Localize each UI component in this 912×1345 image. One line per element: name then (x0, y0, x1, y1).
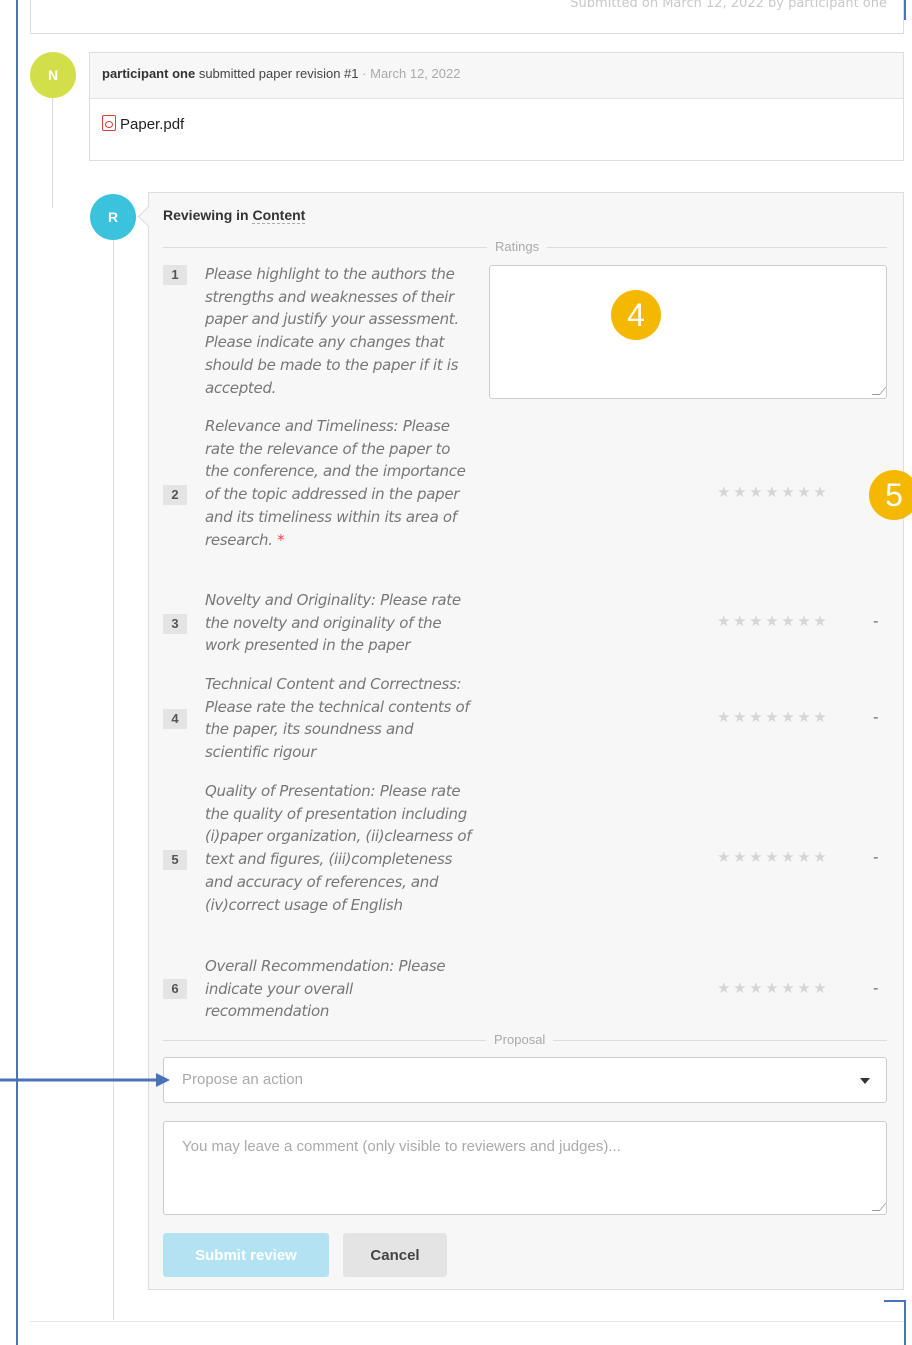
rating-value: - (873, 612, 879, 630)
attachment-link[interactable]: Paper.pdf (120, 116, 184, 133)
chevron-down-icon[interactable] (860, 1078, 870, 1084)
select-placeholder: Propose an action (182, 1071, 303, 1088)
bottom-divider (30, 1321, 904, 1322)
event-action: submitted paper revision #1 (198, 66, 359, 81)
required-marker: * (277, 530, 285, 549)
star-rating[interactable]: ★★★★★★★ (717, 612, 829, 630)
avatar-letter: N (47, 67, 59, 83)
review-title: Reviewing in Content (163, 207, 306, 224)
question-text-content: Relevance and Timeliness: Please rate th… (205, 417, 466, 549)
question-text: Please highlight to the authors the stre… (205, 265, 459, 397)
event-separator: · (362, 66, 367, 81)
frame-left-line (16, 0, 18, 1345)
proposal-label: Proposal (486, 1032, 554, 1047)
star-rating[interactable]: ★★★★★★★ (717, 708, 829, 726)
star-rating[interactable]: ★★★★★★★ (717, 483, 829, 501)
pdf-file-icon (102, 115, 116, 131)
question-text: Overall Recommendation: Please indicate … (205, 957, 446, 1021)
question-number: 2 (163, 485, 187, 505)
resize-handle-icon[interactable] (871, 1203, 887, 1211)
avatar: R (90, 194, 136, 240)
question-text: Quality of Presentation: Please rate the… (205, 782, 472, 914)
resize-handle-icon[interactable] (871, 387, 887, 395)
event-body: Paper.pdf (90, 99, 903, 149)
event-author[interactable]: participant one (102, 66, 195, 81)
comment-placeholder: You may leave a comment (only visible to… (182, 1138, 621, 1155)
ratings-label: Ratings (487, 239, 548, 254)
question-text: Technical Content and Correctness: Pleas… (205, 675, 470, 762)
rating-value: - (873, 708, 879, 726)
previous-event-footer: Submitted on March 12, 2022 by participa… (570, 0, 887, 11)
comment-textarea[interactable]: You may leave a comment (only visible to… (163, 1121, 887, 1215)
review-title-prefix: Reviewing in (163, 207, 249, 223)
submit-review-button[interactable]: Submit review (163, 1233, 329, 1277)
frame-right-line (904, 0, 906, 20)
question-number: 4 (163, 709, 187, 729)
revision-event-card: participant one submitted paper revision… (89, 52, 904, 161)
rating-value: - (873, 848, 879, 866)
annotation-badge-5: 5 (869, 470, 912, 520)
star-rating[interactable]: ★★★★★★★ (717, 848, 829, 866)
answer-textarea[interactable] (489, 265, 887, 399)
cancel-button[interactable]: Cancel (343, 1233, 447, 1277)
avatar-letter: R (107, 209, 119, 225)
star-rating[interactable]: ★★★★★★★ (717, 979, 829, 997)
avatar: N (30, 52, 76, 98)
question-number: 1 (163, 265, 187, 285)
event-date: March 12, 2022 (370, 66, 461, 81)
question-text: Relevance and Timeliness: Please rate th… (205, 415, 475, 551)
question-number: 6 (163, 979, 187, 999)
propose-action-select[interactable]: Propose an action (163, 1057, 887, 1103)
annotation-arrow-icon (0, 1073, 170, 1087)
review-form-card: Reviewing in Content Ratings 1 Please hi… (148, 192, 904, 1290)
timeline-line (52, 98, 53, 208)
frame-corner-line (884, 1300, 906, 1302)
rating-value: - (873, 979, 879, 997)
event-header: participant one submitted paper revision… (90, 53, 903, 99)
question-number: 3 (163, 614, 187, 634)
frame-right-line-bottom (904, 1300, 906, 1345)
review-context-link[interactable]: Content (252, 207, 306, 224)
previous-event-card: Submitted on March 12, 2022 by participa… (30, 0, 904, 34)
question-number: 5 (163, 850, 187, 870)
question-text: Novelty and Originality: Please rate the… (205, 591, 461, 655)
annotation-badge-4: 4 (611, 290, 661, 340)
timeline-line (113, 230, 114, 1320)
